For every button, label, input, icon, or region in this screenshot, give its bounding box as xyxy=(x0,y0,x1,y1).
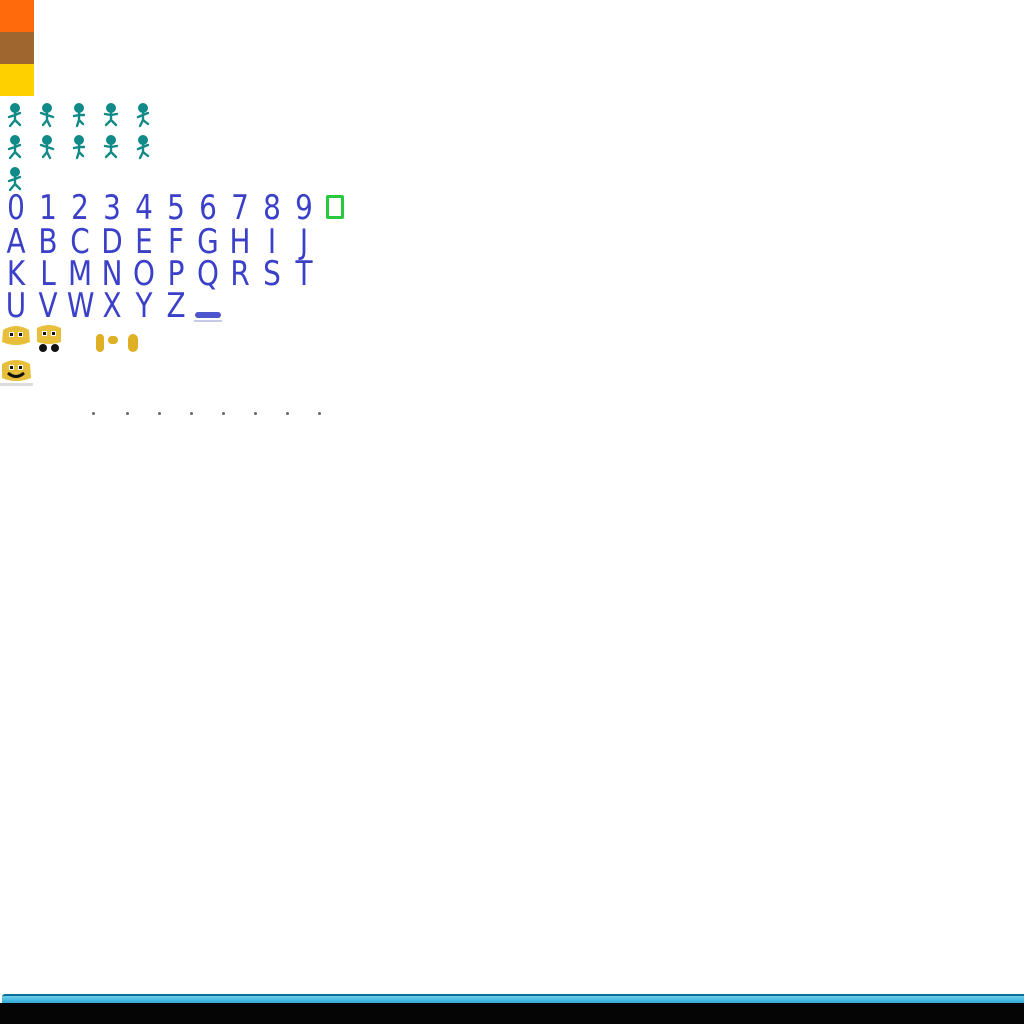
ground-base xyxy=(0,1003,1024,1024)
glyph-2: 2 xyxy=(71,188,89,228)
glyph-7: 7 xyxy=(231,188,249,228)
glyph-q: Q xyxy=(197,254,219,294)
player-face-icon xyxy=(0,324,32,350)
underscore-glyph xyxy=(195,312,221,318)
character-frame-icon xyxy=(4,134,26,160)
glyph-v: V xyxy=(38,286,58,326)
character-frame-icon xyxy=(68,102,90,128)
glyph-r: R xyxy=(230,254,250,294)
glyph-y: Y xyxy=(135,286,153,326)
glyph-x: X xyxy=(102,286,122,326)
spawn-marker xyxy=(286,412,289,415)
glyph-1: 1 xyxy=(39,188,57,228)
swatch-yellow xyxy=(0,64,34,96)
spawn-marker xyxy=(126,412,129,415)
swatch-brown xyxy=(0,32,34,64)
swatch-orange xyxy=(0,0,34,32)
glyph-s: S xyxy=(263,254,281,294)
spawn-marker xyxy=(92,412,95,415)
player-face-smile-icon xyxy=(0,356,34,388)
character-frame-icon xyxy=(132,102,154,128)
cursor-box-icon xyxy=(326,195,344,219)
spawn-marker xyxy=(158,412,161,415)
glyph-5: 5 xyxy=(167,188,185,228)
spawn-marker xyxy=(222,412,225,415)
character-frame-icon xyxy=(36,134,58,160)
glyph-u: U xyxy=(5,286,27,326)
underscore-baseline xyxy=(194,320,222,322)
character-frame-icon xyxy=(4,102,26,128)
coin-pair-icon xyxy=(94,332,142,354)
glyph-3: 3 xyxy=(103,188,121,228)
character-frame-icon xyxy=(100,102,122,128)
character-frame-icon xyxy=(36,102,58,128)
glyph-9: 9 xyxy=(295,188,313,228)
glyph-t: T xyxy=(295,254,313,294)
glyph-w: W xyxy=(66,286,95,326)
ground-platform xyxy=(0,994,1024,1024)
glyph-6: 6 xyxy=(199,188,217,228)
glyph-8: 8 xyxy=(263,188,281,228)
spawn-marker xyxy=(190,412,193,415)
spawn-marker xyxy=(254,412,257,415)
spawn-marker xyxy=(318,412,321,415)
glyph-0: 0 xyxy=(7,188,25,228)
player-face-walk-icon xyxy=(34,324,64,354)
glyph-4: 4 xyxy=(135,188,153,228)
glyph-z: Z xyxy=(166,286,186,326)
character-frame-icon xyxy=(100,134,122,160)
character-frame-icon xyxy=(68,134,90,160)
character-frame-icon xyxy=(132,134,154,160)
